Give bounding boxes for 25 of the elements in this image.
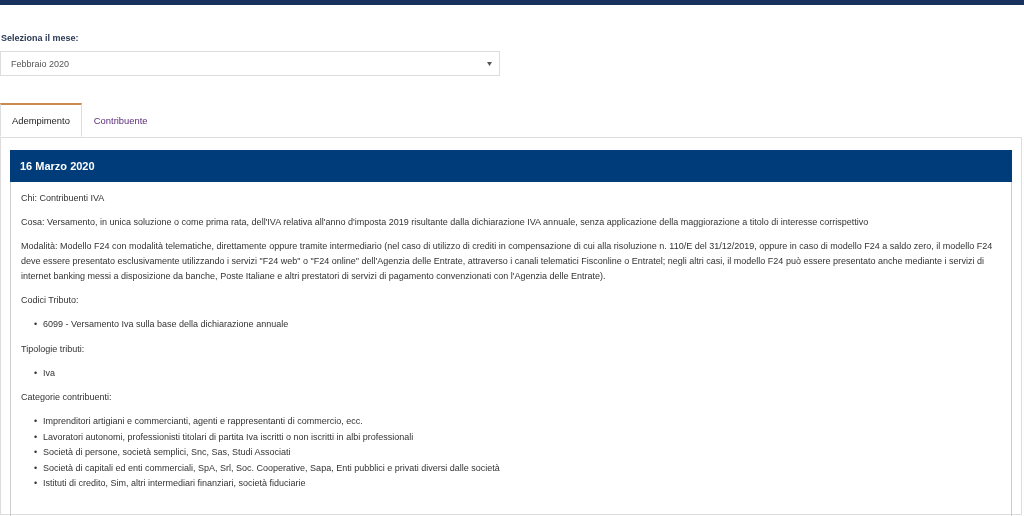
deadline-title: 16 Marzo 2020 [20,160,95,172]
paragraph: Modalità: Modello F24 con modalità telematiche, direttamente oppure tramite intermediario (nel caso di utilizzo di crediti in compensazione di cui alla risoluzione n. 110/E del 31/12/2019, oppure in caso di modello F24 a saldo zero, il modello F24 deve essere presentato esclusivamente utilizzando i servizi "F24 web" o "F24 online" dell'Agenzia delle Entrate, attraverso i canali telematici Fisconline o Entratel; negli altri casi, il modello F24 può essere presentato anche mediante i servizi di internet banking messi a disposizione da banche, Poste Italiane e altri prestatori di servizi di pagamento convenzionati con l'Agenzia delle Entrate). [21,240,994,283]
bullet: • [34,366,39,380]
list-item: Lavoratori autonomi, professionisti titolari di partita Iva iscritti o non iscritti in albi professionali [43,430,414,444]
tab[interactable]: Adempimento [0,103,82,137]
bullet: • [34,477,39,490]
field-label: Seleziona il mese: [1,33,80,45]
section-heading: Codici Tributo: [21,294,80,307]
list-item: Società di persone, società semplici, Snc, Sas, Studi Associati [43,446,291,459]
bullet: • [34,461,39,475]
list-item: Iva [43,366,55,380]
caret-icon [487,61,492,66]
bullet: • [34,318,39,331]
section-heading: Categorie contribuenti: [21,391,113,404]
list-item: Società di capitali ed enti commerciali, SpA, Srl, Soc. Cooperative, Sapa, Enti pubblici e privati diversi dalle società [43,461,500,475]
month-select[interactable]: Febbraio 2020 [0,51,500,76]
list-item: Imprenditori artigiani e commercianti, agenti e rappresentanti di commercio, ecc. [43,415,363,428]
paragraph: Chi: Contribuenti IVA [21,192,106,205]
bullet: • [34,415,39,428]
list-item: Istituti di credito, Sim, altri intermediari finanziari, società fiduciarie [43,477,306,490]
paragraph: Cosa: Versamento, in unica soluzione o come prima rata, dell'IVA relativa all'anno d'imposta 2019 risultante dalla dichiarazione IVA annuale, senza applicazione della maggiorazione a titolo di interesse corrispettivo [21,216,870,229]
bullet: • [34,446,39,459]
section-heading: Tipologie tributi: [21,342,86,356]
bullet: • [34,430,39,444]
list-item: 6099 - Versamento Iva sulla base della dichiarazione annuale [43,318,289,331]
